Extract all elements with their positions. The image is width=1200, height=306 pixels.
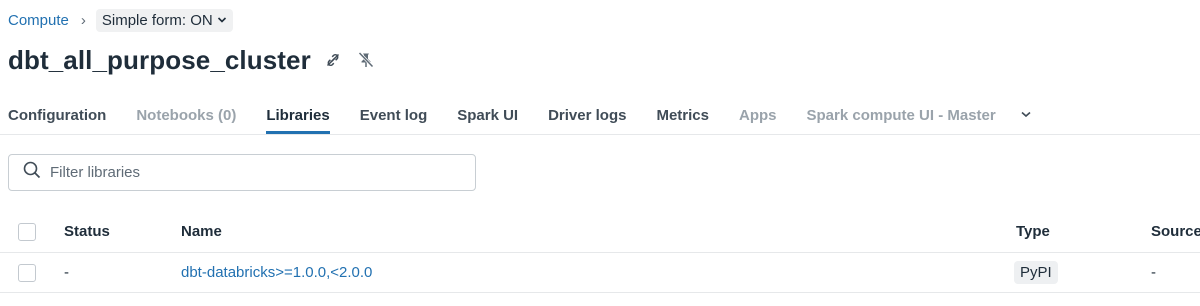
library-type-badge: PyPI <box>1014 261 1058 284</box>
breadcrumb: Compute › Simple form: ON <box>8 8 233 32</box>
pin-off-icon[interactable] <box>357 51 375 69</box>
row-name-cell: dbt-databricks>=1.0.0,<2.0.0 <box>181 253 372 292</box>
libraries-table: Status Name Type Source - dbt-databricks… <box>0 211 1200 293</box>
select-all-cell <box>18 211 36 252</box>
filter-libraries-input[interactable] <box>50 164 450 181</box>
row-checkbox[interactable] <box>18 263 36 282</box>
table-row: - dbt-databricks>=1.0.0,<2.0.0 PyPI - <box>0 253 1200 293</box>
row-type-cell: PyPI <box>1014 253 1058 292</box>
title-row: dbt_all_purpose_cluster <box>8 42 375 78</box>
simple-form-label: Simple form: ON <box>101 11 213 29</box>
tab-driver-logs[interactable]: Driver logs <box>548 100 626 134</box>
breadcrumb-compute-link[interactable]: Compute <box>8 12 69 29</box>
row-select-cell <box>18 253 36 292</box>
column-header-type[interactable]: Type <box>1016 211 1050 252</box>
library-name-link[interactable]: dbt-databricks>=1.0.0,<2.0.0 <box>181 264 372 281</box>
tab-apps[interactable]: Apps <box>739 100 777 134</box>
search-icon <box>23 161 41 184</box>
column-header-name[interactable]: Name <box>181 211 222 252</box>
tabs-divider <box>0 134 1200 135</box>
tab-configuration[interactable]: Configuration <box>8 100 106 134</box>
page-title: dbt_all_purpose_cluster <box>8 44 311 75</box>
simple-form-toggle[interactable]: Simple form: ON <box>95 8 233 32</box>
row-status: - <box>64 264 69 281</box>
chevron-down-icon <box>217 12 227 29</box>
tab-metrics[interactable]: Metrics <box>656 100 709 134</box>
select-all-checkbox[interactable] <box>18 222 36 241</box>
tab-spark-ui[interactable]: Spark UI <box>457 100 518 134</box>
row-source: - <box>1151 264 1156 281</box>
breadcrumb-separator: › <box>80 11 86 29</box>
column-header-status[interactable]: Status <box>64 211 110 252</box>
tab-spark-compute-ui-master[interactable]: Spark compute UI - Master <box>807 100 996 134</box>
tab-libraries[interactable]: Libraries <box>266 100 330 134</box>
tab-event-log[interactable]: Event log <box>360 100 428 134</box>
tabs-bar: Configuration Notebooks (0) Libraries Ev… <box>8 100 1032 134</box>
table-header-row: Status Name Type Source <box>0 211 1200 253</box>
tabs-more-dropdown[interactable] <box>1020 100 1032 132</box>
filter-libraries-field[interactable] <box>8 154 476 191</box>
chevron-down-icon <box>1020 107 1032 125</box>
unlink-icon[interactable] <box>325 52 341 68</box>
column-header-source[interactable]: Source <box>1151 211 1200 252</box>
tab-notebooks[interactable]: Notebooks (0) <box>136 100 236 134</box>
